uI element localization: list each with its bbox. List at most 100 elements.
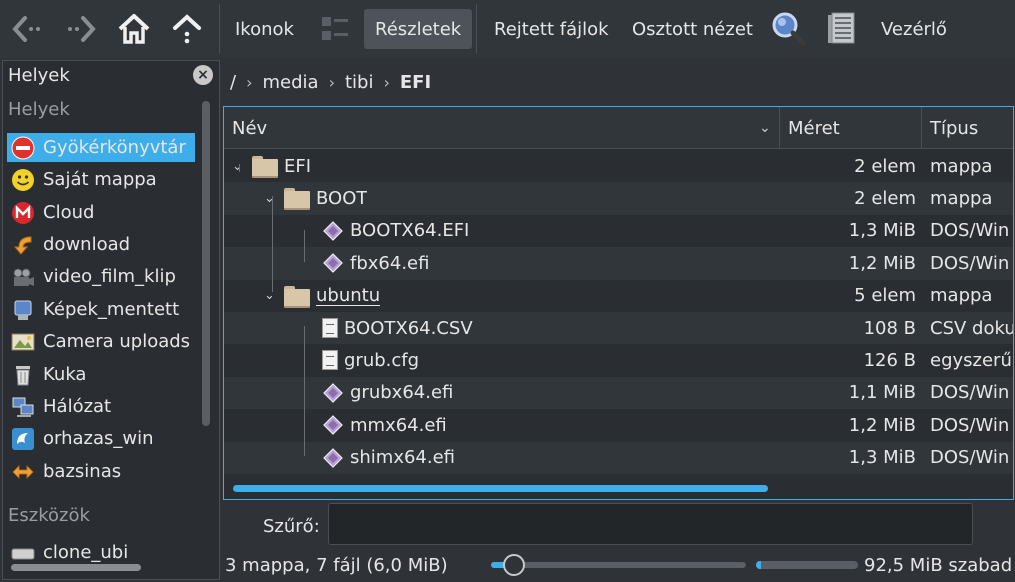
place-item-pictures[interactable]: Képek_mentett [7,295,195,324]
expander-icon[interactable]: ⌄ [264,288,278,303]
place-item-label: Hálózat [43,396,112,417]
text-file-icon [322,350,338,371]
file-name: grubx64.efi [350,382,454,404]
details-view-button[interactable]: Részletek [364,9,473,49]
breadcrumb-efi[interactable]: EFI [392,72,439,93]
places-horizontal-scrollbar[interactable] [11,564,141,571]
file-name: BOOT [316,187,368,209]
table-row[interactable]: grub.cfg 126 B egyszerű [224,344,1013,376]
mega-cloud-icon [10,200,36,226]
preview-icon[interactable] [822,9,862,49]
place-item-label: Gyökérkönyvtár [43,137,186,158]
place-item-label: video_film_klip [43,266,176,287]
free-space-bar [756,561,858,569]
free-space-label: 92,5 MiB szabad [864,554,1013,576]
link-icon [10,459,36,485]
chevron-right-icon: › [246,72,253,92]
file-type-cell: DOS/Win [930,382,1010,404]
place-item-home[interactable]: Saját mappa [7,165,195,194]
column-size[interactable]: Méret [788,107,840,149]
place-item-bazsinas[interactable]: bazsinas [7,457,195,486]
place-item-video[interactable]: video_film_klip [7,262,195,291]
back-arrow-icon[interactable] [8,9,48,49]
camera-uploads-icon [10,329,36,355]
file-type-cell: mappa [930,187,993,209]
up-arrow-icon[interactable] [167,9,207,49]
file-type-cell: DOS/Win [930,252,1010,274]
places-panel: Helyek × Helyek Gyökérkönyvtár Saját map… [2,60,220,580]
split-view-button[interactable]: Osztott nézet [621,9,764,49]
place-item-download[interactable]: download [7,230,195,259]
filter-label: Szűrő: [263,515,320,537]
network-icon [10,394,36,420]
file-size-cell: 1,2 MiB [848,414,916,436]
video-icon [10,264,36,290]
table-row[interactable]: mmx64.efi 1,2 MiB DOS/Win [224,409,1013,441]
breadcrumb-media[interactable]: media [254,72,326,93]
file-type-cell: mappa [930,155,993,177]
place-item-network[interactable]: Hálózat [7,392,195,421]
place-item-root[interactable]: Gyökérkönyvtár [7,133,195,162]
place-item-orhazas[interactable]: orhazas_win [7,424,195,453]
breadcrumb: / › media › tibi › EFI [222,62,439,102]
file-name: shimx64.efi [350,447,456,469]
file-size-cell: 1,1 MiB [848,382,916,404]
places-vertical-scrollbar[interactable] [202,101,210,426]
hidden-files-button[interactable]: Rejtett fájlok [483,9,620,49]
table-row[interactable]: grubx64.efi 1,1 MiB DOS/Win [224,376,1013,410]
table-row[interactable]: BOOTX64.EFI 1,3 MiB DOS/Win [224,215,1013,247]
file-name: grub.cfg [344,349,420,371]
pictures-icon [10,297,36,323]
file-name-cell: BOOTX64.CSV [296,312,473,344]
table-row[interactable]: shimx64.efi 1,3 MiB DOS/Win [224,441,1013,474]
device-item-clone-ubi[interactable]: clone_ubi [7,538,195,567]
file-name-cell: fbx64.efi [296,247,429,279]
file-name: BOOTX64.EFI [350,220,470,242]
status-summary: 3 mappa, 7 fájl (6,0 MiB) [225,554,448,576]
search-icon[interactable] [768,9,808,49]
file-size-cell: 108 B [863,317,916,339]
download-icon [10,232,36,258]
filter-input[interactable] [328,503,973,545]
file-size-cell: 2 elem [854,155,916,177]
control-menu-button[interactable]: Vezérlő [870,9,958,49]
icons-view-button[interactable]: Ikonok [224,9,305,49]
zoom-slider[interactable] [491,554,746,576]
forward-arrow-icon[interactable] [60,9,100,49]
executable-icon [322,382,344,404]
place-item-cloud[interactable]: Cloud [7,198,195,227]
place-item-trash[interactable]: Kuka [7,360,195,389]
place-item-label: Képek_mentett [43,299,180,320]
executable-icon [322,414,344,436]
column-header: Név ⌄ Méret Típus [224,107,1013,149]
home-icon[interactable] [114,9,154,49]
close-icon[interactable]: × [193,65,213,85]
breadcrumb-tibi[interactable]: tibi [337,72,382,93]
zoom-slider-handle[interactable] [502,554,525,576]
place-item-label: download [43,234,131,255]
file-name: mmx64.efi [350,414,447,436]
drive-icon [10,540,36,566]
file-view[interactable]: Név ⌄ Méret Típus ⌄ EFI 2 elem mappa ⌄ BOOT 2 … [223,106,1014,500]
chevron-down-icon[interactable]: ⌄ [759,107,771,149]
compact-view-icon[interactable] [315,9,355,49]
column-name[interactable]: Név [232,107,267,149]
table-row[interactable]: ⌄ BOOT 2 elem mappa [224,182,1013,215]
table-row[interactable]: ⌄ ubuntu 5 elem mappa [224,280,1013,312]
chevron-right-icon: › [383,72,390,92]
table-row[interactable]: ⌄ EFI 2 elem mappa [224,150,1013,182]
places-section-title: Helyek [8,99,70,120]
text-file-icon [322,318,338,338]
table-row[interactable]: fbx64.efi 1,2 MiB DOS/Win [224,247,1013,280]
column-type[interactable]: Típus [930,107,978,149]
file-view-horizontal-scrollbar[interactable] [233,485,768,492]
device-item-label: clone_ubi [43,542,129,563]
file-name-cell: grub.cfg [296,344,419,376]
expander-icon[interactable]: ⌄ [264,191,278,206]
file-type-cell: mappa [930,285,993,307]
place-item-label: Camera uploads [43,331,191,352]
table-row[interactable]: BOOTX64.CSV 108 B CSV doku [224,312,1013,345]
place-item-label: bazsinas [43,461,122,482]
breadcrumb-root[interactable]: / [222,72,244,93]
place-item-camera-uploads[interactable]: Camera uploads [7,327,195,356]
